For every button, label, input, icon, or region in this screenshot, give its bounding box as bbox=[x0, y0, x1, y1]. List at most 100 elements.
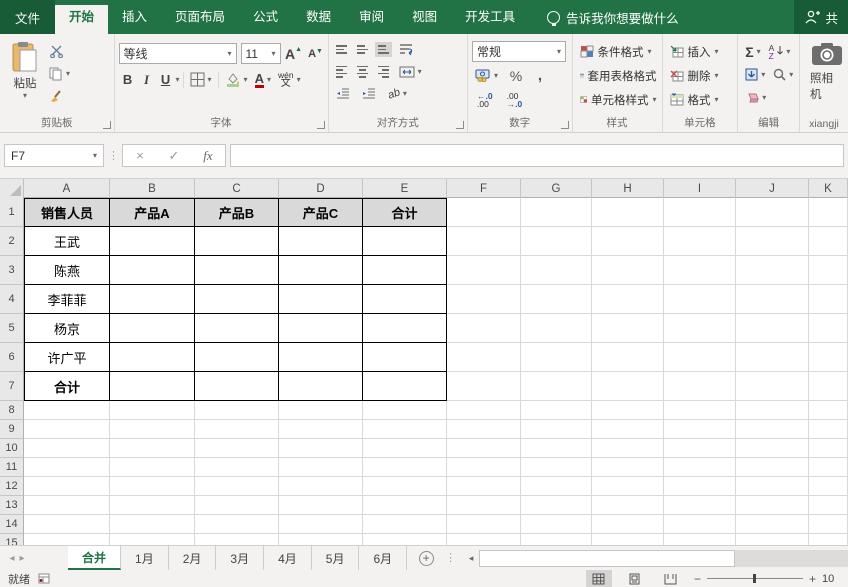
cell-J6[interactable] bbox=[736, 343, 809, 372]
cell-J15[interactable] bbox=[736, 534, 809, 545]
percent-button[interactable]: % bbox=[507, 68, 525, 84]
cell-C13[interactable] bbox=[195, 496, 279, 515]
cell-A15[interactable] bbox=[24, 534, 110, 545]
cell-I11[interactable] bbox=[664, 458, 736, 477]
cell-H4[interactable] bbox=[592, 285, 664, 314]
cell-H6[interactable] bbox=[592, 343, 664, 372]
cell-D11[interactable] bbox=[279, 458, 363, 477]
cell-D6[interactable] bbox=[279, 343, 363, 372]
cell-I13[interactable] bbox=[664, 496, 736, 515]
cell-F14[interactable] bbox=[447, 515, 521, 534]
cell-K11[interactable] bbox=[809, 458, 848, 477]
cell-E4[interactable] bbox=[363, 285, 447, 314]
cell-C7[interactable] bbox=[195, 372, 279, 401]
cut-button[interactable] bbox=[46, 41, 73, 62]
cell-D2[interactable] bbox=[279, 227, 363, 256]
cell-E10[interactable] bbox=[363, 439, 447, 458]
cell-J4[interactable] bbox=[736, 285, 809, 314]
row-header-11[interactable]: 11 bbox=[0, 458, 24, 477]
cell-H15[interactable] bbox=[592, 534, 664, 545]
cell-E7[interactable] bbox=[363, 372, 447, 401]
cell-I8[interactable] bbox=[664, 401, 736, 420]
cell-G8[interactable] bbox=[521, 401, 592, 420]
cell-B4[interactable] bbox=[110, 285, 195, 314]
sheet-tab-合并[interactable]: 合并 bbox=[68, 546, 121, 570]
cell-F3[interactable] bbox=[447, 256, 521, 285]
cell-B8[interactable] bbox=[110, 401, 195, 420]
tab-page-layout[interactable]: 页面布局 bbox=[161, 0, 239, 34]
cell-J7[interactable] bbox=[736, 372, 809, 401]
cell-E3[interactable] bbox=[363, 256, 447, 285]
normal-view-button[interactable] bbox=[586, 570, 612, 587]
cell-D8[interactable] bbox=[279, 401, 363, 420]
tab-view[interactable]: 视图 bbox=[398, 0, 451, 34]
tab-review[interactable]: 审阅 bbox=[345, 0, 398, 34]
cell-D14[interactable] bbox=[279, 515, 363, 534]
clear-button[interactable]: ▾ bbox=[742, 87, 769, 108]
cell-J1[interactable] bbox=[736, 198, 809, 227]
decrease-decimal-button[interactable]: .00→.0 bbox=[504, 89, 526, 110]
cell-I1[interactable] bbox=[664, 198, 736, 227]
cell-E5[interactable] bbox=[363, 314, 447, 343]
row-header-5[interactable]: 5 bbox=[0, 314, 24, 343]
camera-button[interactable]: 照相机 bbox=[804, 37, 848, 116]
zoom-slider-track[interactable] bbox=[707, 578, 803, 579]
cell-K2[interactable] bbox=[809, 227, 848, 256]
underline-dropdown-arrow[interactable]: ▾ bbox=[176, 75, 180, 84]
cell-K9[interactable] bbox=[809, 420, 848, 439]
cell-H9[interactable] bbox=[592, 420, 664, 439]
cell-E12[interactable] bbox=[363, 477, 447, 496]
cell-G15[interactable] bbox=[521, 534, 592, 545]
tab-developer[interactable]: 开发工具 bbox=[451, 0, 529, 34]
cell-D1[interactable]: 产品C bbox=[279, 198, 363, 227]
scrollbar-thumb[interactable] bbox=[479, 550, 735, 567]
bold-button[interactable]: B bbox=[119, 72, 137, 87]
copy-button[interactable]: ▾ bbox=[46, 63, 73, 84]
number-format-combo[interactable]: 常规▾ bbox=[472, 41, 566, 62]
cell-K6[interactable] bbox=[809, 343, 848, 372]
cell-C5[interactable] bbox=[195, 314, 279, 343]
select-all-button[interactable] bbox=[0, 179, 24, 198]
cell-A4[interactable]: 李菲菲 bbox=[24, 285, 110, 314]
cell-I15[interactable] bbox=[664, 534, 736, 545]
cell-D13[interactable] bbox=[279, 496, 363, 515]
cell-B10[interactable] bbox=[110, 439, 195, 458]
tab-home[interactable]: 开始 bbox=[55, 5, 108, 34]
insert-cells-button[interactable]: 插入 ▾ bbox=[667, 41, 736, 62]
name-box[interactable]: F7 ▾ bbox=[4, 144, 104, 167]
grow-font-button[interactable]: A▲ bbox=[285, 46, 303, 62]
font-size-combo[interactable]: 11▾ bbox=[241, 43, 281, 64]
merge-center-button[interactable]: ▾ bbox=[396, 61, 425, 82]
cell-H8[interactable] bbox=[592, 401, 664, 420]
cell-G10[interactable] bbox=[521, 439, 592, 458]
cell-H5[interactable] bbox=[592, 314, 664, 343]
row-header-2[interactable]: 2 bbox=[0, 227, 24, 256]
tab-file[interactable]: 文件 bbox=[0, 0, 55, 34]
conditional-formatting-button[interactable]: 条件格式 ▾ bbox=[577, 41, 660, 62]
cell-E15[interactable] bbox=[363, 534, 447, 545]
cell-B2[interactable] bbox=[110, 227, 195, 256]
column-header-D[interactable]: D bbox=[279, 179, 363, 198]
cell-G3[interactable] bbox=[521, 256, 592, 285]
cell-J2[interactable] bbox=[736, 227, 809, 256]
paste-button[interactable]: 粘贴 ▾ bbox=[4, 37, 46, 116]
cell-A5[interactable]: 杨京 bbox=[24, 314, 110, 343]
sheet-tab-5月[interactable]: 5月 bbox=[312, 546, 360, 570]
cell-H12[interactable] bbox=[592, 477, 664, 496]
row-header-15[interactable]: 15 bbox=[0, 534, 24, 545]
cell-K8[interactable] bbox=[809, 401, 848, 420]
formula-input[interactable] bbox=[230, 144, 844, 167]
cell-A1[interactable]: 销售人员 bbox=[24, 198, 110, 227]
sheet-tab-4月[interactable]: 4月 bbox=[264, 546, 312, 570]
italic-button[interactable]: I bbox=[138, 72, 156, 88]
row-header-7[interactable]: 7 bbox=[0, 372, 24, 401]
cell-K7[interactable] bbox=[809, 372, 848, 401]
cell-D9[interactable] bbox=[279, 420, 363, 439]
cell-G9[interactable] bbox=[521, 420, 592, 439]
shrink-font-button[interactable]: A▼ bbox=[307, 48, 325, 60]
cell-A3[interactable]: 陈燕 bbox=[24, 256, 110, 285]
cell-A6[interactable]: 许广平 bbox=[24, 343, 110, 372]
sheet-nav-next[interactable]: ▸ bbox=[10, 546, 34, 570]
zoom-percentage[interactable]: 10 bbox=[822, 573, 840, 585]
sheet-tab-2月[interactable]: 2月 bbox=[169, 546, 217, 570]
